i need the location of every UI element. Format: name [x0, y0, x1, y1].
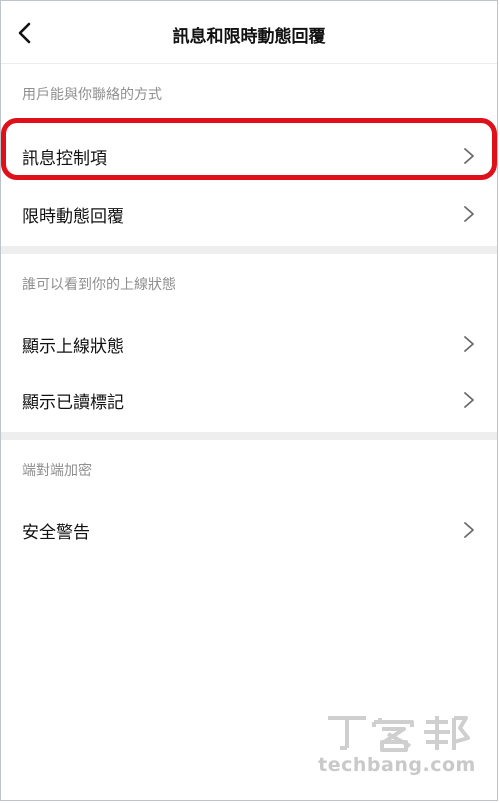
- row-show-read-receipts[interactable]: 顯示已讀標記: [1, 372, 497, 428]
- row-label: 訊息控制項: [22, 148, 107, 169]
- row-security-alerts[interactable]: 安全警告: [1, 502, 497, 558]
- section-divider: [1, 432, 497, 440]
- chevron-right-icon: [464, 522, 474, 538]
- nav-header: 訊息和限時動態回覆: [1, 1, 497, 64]
- chevron-right-icon: [464, 206, 474, 222]
- section-divider: [1, 246, 497, 254]
- chevron-right-icon: [464, 336, 474, 352]
- app-screen: 訊息和限時動態回覆 用戶能與你聯絡的方式 訊息控制項 限時動態回覆 誰可以看到你…: [0, 0, 498, 801]
- chevron-right-icon: [464, 392, 474, 408]
- techbang-logo: [328, 716, 470, 752]
- section-label-e2ee: 端對端加密: [22, 463, 92, 479]
- chevron-right-icon: [464, 148, 474, 164]
- row-show-activity-status[interactable]: 顯示上線狀態: [1, 316, 497, 372]
- section-label-contact: 用戶能與你聯絡的方式: [22, 87, 162, 103]
- watermark: techbang.com: [317, 712, 477, 776]
- row-label: 顯示已讀標記: [22, 392, 124, 413]
- row-label: 安全警告: [22, 522, 90, 543]
- section-label-activity-status: 誰可以看到你的上線狀態: [22, 277, 176, 293]
- row-label: 限時動態回覆: [22, 206, 124, 227]
- row-message-controls[interactable]: 訊息控制項: [1, 126, 497, 186]
- page-title: 訊息和限時動態回覆: [172, 27, 326, 47]
- watermark-domain: techbang.com: [318, 754, 476, 776]
- row-story-replies[interactable]: 限時動態回覆: [1, 186, 497, 242]
- row-label: 顯示上線狀態: [22, 336, 124, 357]
